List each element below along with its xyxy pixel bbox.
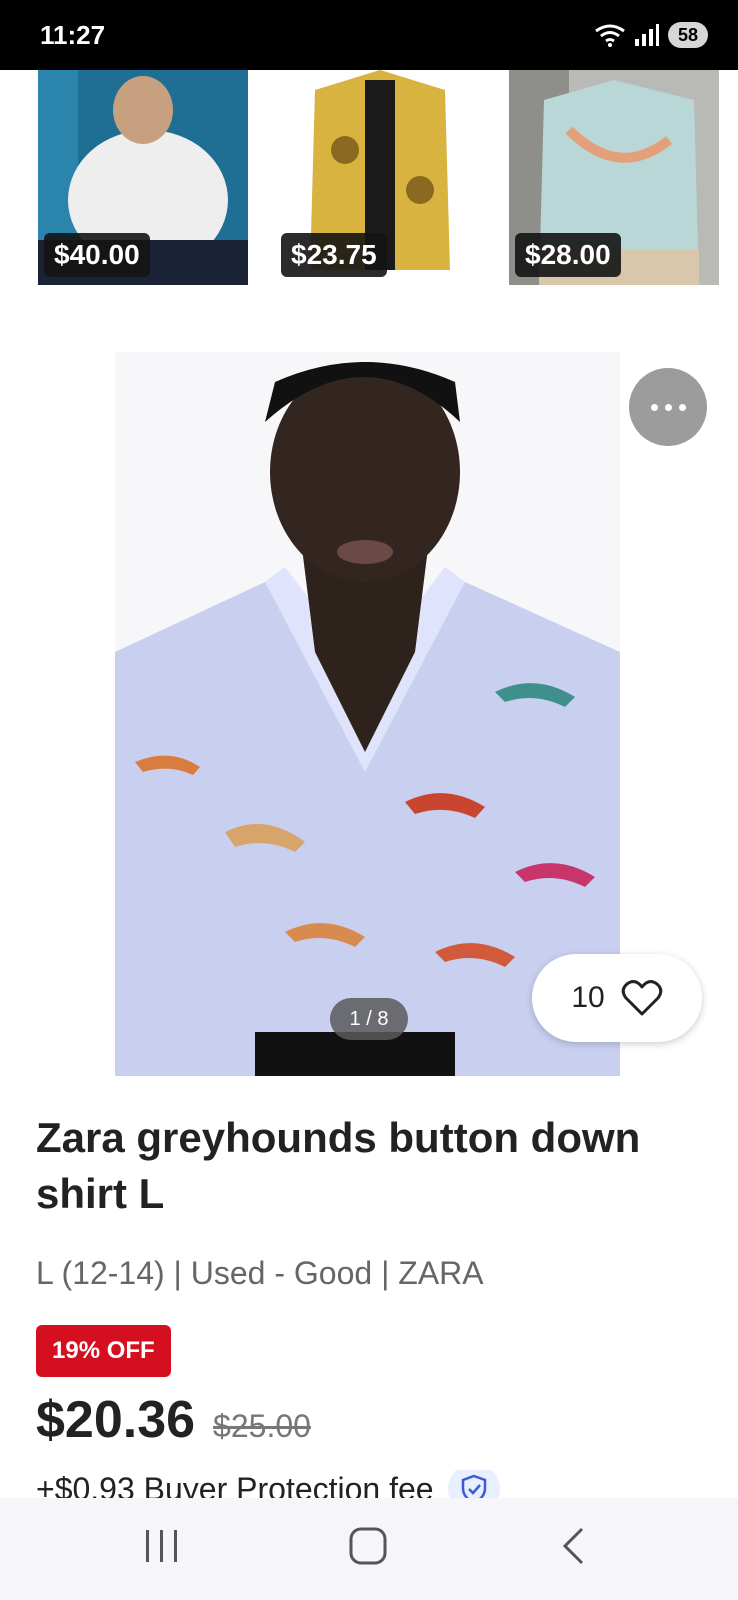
home-icon[interactable] xyxy=(348,1526,388,1566)
price-tag: $40.00 xyxy=(44,233,150,277)
wifi-icon xyxy=(595,24,625,47)
gallery-counter: 1 / 8 xyxy=(330,998,408,1040)
price-row: $20.36 $25.00 xyxy=(36,1390,311,1450)
related-item-3[interactable]: $28.00 xyxy=(509,70,719,285)
battery-icon: 58 xyxy=(667,22,708,48)
status-bar: 11:27 58 xyxy=(0,0,738,70)
current-price: $20.36 xyxy=(36,1391,196,1449)
price-tag: $23.75 xyxy=(281,233,387,277)
product-meta: L (12-14) | Used - Good | ZARA xyxy=(36,1255,484,1291)
like-button[interactable]: 10 xyxy=(532,954,702,1042)
signal-icon xyxy=(634,24,659,46)
back-icon[interactable] xyxy=(560,1526,588,1566)
product-title: Zara greyhounds button down shirt L xyxy=(36,1114,641,1217)
more-options-button[interactable] xyxy=(629,368,707,446)
status-time: 11:27 xyxy=(40,20,106,50)
related-item-1[interactable]: $40.00 xyxy=(38,70,248,285)
system-nav-bar xyxy=(0,1498,738,1600)
related-item-2[interactable]: $23.75 xyxy=(275,70,485,285)
status-icons: 58 xyxy=(594,22,708,48)
like-count: 10 xyxy=(571,981,605,1014)
more-dots-icon xyxy=(650,403,686,411)
recent-apps-icon[interactable] xyxy=(144,1526,180,1566)
heart-icon xyxy=(621,980,662,1016)
original-price: $25.00 xyxy=(213,1408,311,1444)
price-tag: $28.00 xyxy=(515,233,621,277)
discount-badge: 19% OFF xyxy=(36,1325,171,1377)
